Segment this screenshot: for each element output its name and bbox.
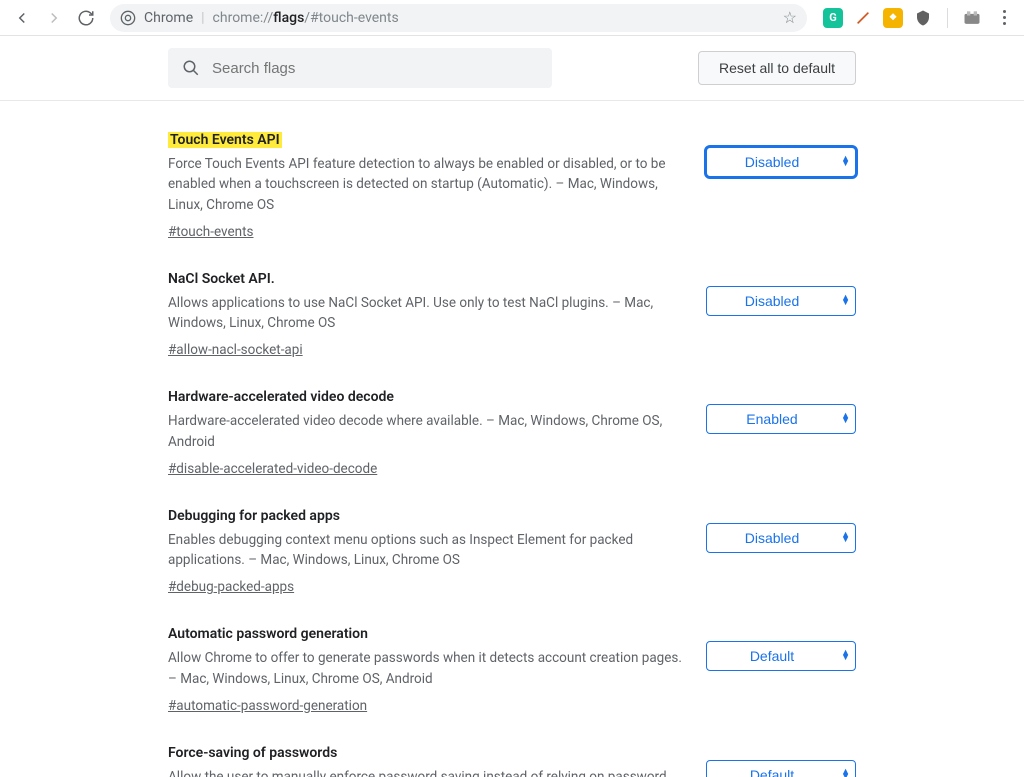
page: Reset all to default Touch Events API For… [0, 36, 1024, 777]
flag-select[interactable]: DefaultEnabledDisabled [706, 523, 856, 553]
flag-select[interactable]: DefaultEnabledDisabled [706, 641, 856, 671]
flag-anchor-link[interactable]: #debug-packed-apps [168, 579, 294, 595]
flag-text: Hardware-accelerated video decode Hardwar… [168, 386, 682, 477]
flag-anchor-link[interactable]: #allow-nacl-socket-api [168, 342, 303, 358]
flag-select[interactable]: DefaultEnabledDisabled [706, 147, 856, 177]
flag-description: Allows applications to use NaCl Socket A… [168, 293, 682, 334]
bookmark-star-icon[interactable]: ☆ [783, 8, 797, 27]
flag-anchor-link[interactable]: #touch-events [168, 224, 254, 240]
flag-select-wrap: DefaultEnabledDisabled▲▼ [706, 129, 856, 177]
flag-row: Touch Events API Force Touch Events API f… [168, 101, 856, 240]
flag-anchor-link[interactable]: #disable-accelerated-video-decode [168, 461, 377, 477]
flag-select[interactable]: DefaultEnabledDisabled [706, 760, 856, 777]
extension-icon[interactable] [853, 8, 873, 28]
flag-select[interactable]: DefaultEnabledDisabled [706, 404, 856, 434]
url-text: chrome://flags/#touch-events [213, 10, 399, 26]
flag-row: Force-saving of passwords Allow the user … [168, 714, 856, 777]
flags-header: Reset all to default [0, 36, 1024, 101]
forward-button[interactable] [40, 4, 68, 32]
flags-list: Touch Events API Force Touch Events API f… [0, 101, 1024, 777]
flag-title: Debugging for packed apps [168, 508, 340, 524]
flag-row: Automatic password generation Allow Chrom… [168, 595, 856, 714]
flag-row: Debugging for packed apps Enables debuggi… [168, 477, 856, 596]
flag-description: Hardware-accelerated video decode where … [168, 411, 682, 452]
flag-title: Hardware-accelerated video decode [168, 389, 394, 405]
extension-icon[interactable] [913, 8, 933, 28]
extension-icon[interactable]: ❖ [883, 8, 903, 28]
flag-select-wrap: DefaultEnabledDisabled▲▼ [706, 623, 856, 671]
flag-description: Allow Chrome to offer to generate passwo… [168, 648, 682, 689]
flag-text: Force-saving of passwords Allow the user … [168, 742, 682, 777]
separator: | [201, 10, 204, 26]
search-input[interactable] [212, 60, 538, 77]
flag-text: Debugging for packed apps Enables debuggi… [168, 505, 682, 596]
flag-select-wrap: DefaultEnabledDisabled▲▼ [706, 742, 856, 777]
flag-title: Touch Events API [168, 132, 282, 148]
flag-text: Touch Events API Force Touch Events API f… [168, 129, 682, 240]
flag-select-wrap: DefaultEnabledDisabled▲▼ [706, 268, 856, 316]
extension-icons: G ❖ [817, 8, 988, 28]
flag-anchor-link[interactable]: #automatic-password-generation [168, 698, 367, 714]
flag-select-wrap: DefaultEnabledDisabled▲▼ [706, 505, 856, 553]
flag-description: Enables debugging context menu options s… [168, 530, 682, 571]
address-bar[interactable]: Chrome | chrome://flags/#touch-events ☆ [110, 4, 807, 32]
extension-icon[interactable]: G [823, 8, 843, 28]
flag-title: NaCl Socket API. [168, 271, 275, 287]
flag-text: NaCl Socket API. Allows applications to u… [168, 268, 682, 359]
back-button[interactable] [8, 4, 36, 32]
flag-row: Hardware-accelerated video decode Hardwar… [168, 358, 856, 477]
flag-description: Allow the user to manually enforce passw… [168, 767, 682, 777]
extension-icon[interactable] [962, 8, 982, 28]
browser-toolbar: Chrome | chrome://flags/#touch-events ☆ … [0, 0, 1024, 36]
flag-select[interactable]: DefaultEnabledDisabled [706, 286, 856, 316]
flag-text: Automatic password generation Allow Chrom… [168, 623, 682, 714]
search-flags-box[interactable] [168, 48, 552, 88]
flag-select-wrap: DefaultEnabledDisabled▲▼ [706, 386, 856, 434]
search-icon [182, 59, 200, 77]
divider [947, 8, 948, 28]
flag-title: Automatic password generation [168, 626, 368, 642]
flag-description: Force Touch Events API feature detection… [168, 154, 682, 215]
menu-button[interactable] [992, 6, 1016, 29]
flag-row: NaCl Socket API. Allows applications to u… [168, 240, 856, 359]
reset-all-button[interactable]: Reset all to default [698, 51, 856, 85]
chrome-icon [120, 10, 136, 26]
reload-button[interactable] [72, 4, 100, 32]
flag-title: Force-saving of passwords [168, 745, 337, 761]
browser-label: Chrome [144, 10, 193, 26]
